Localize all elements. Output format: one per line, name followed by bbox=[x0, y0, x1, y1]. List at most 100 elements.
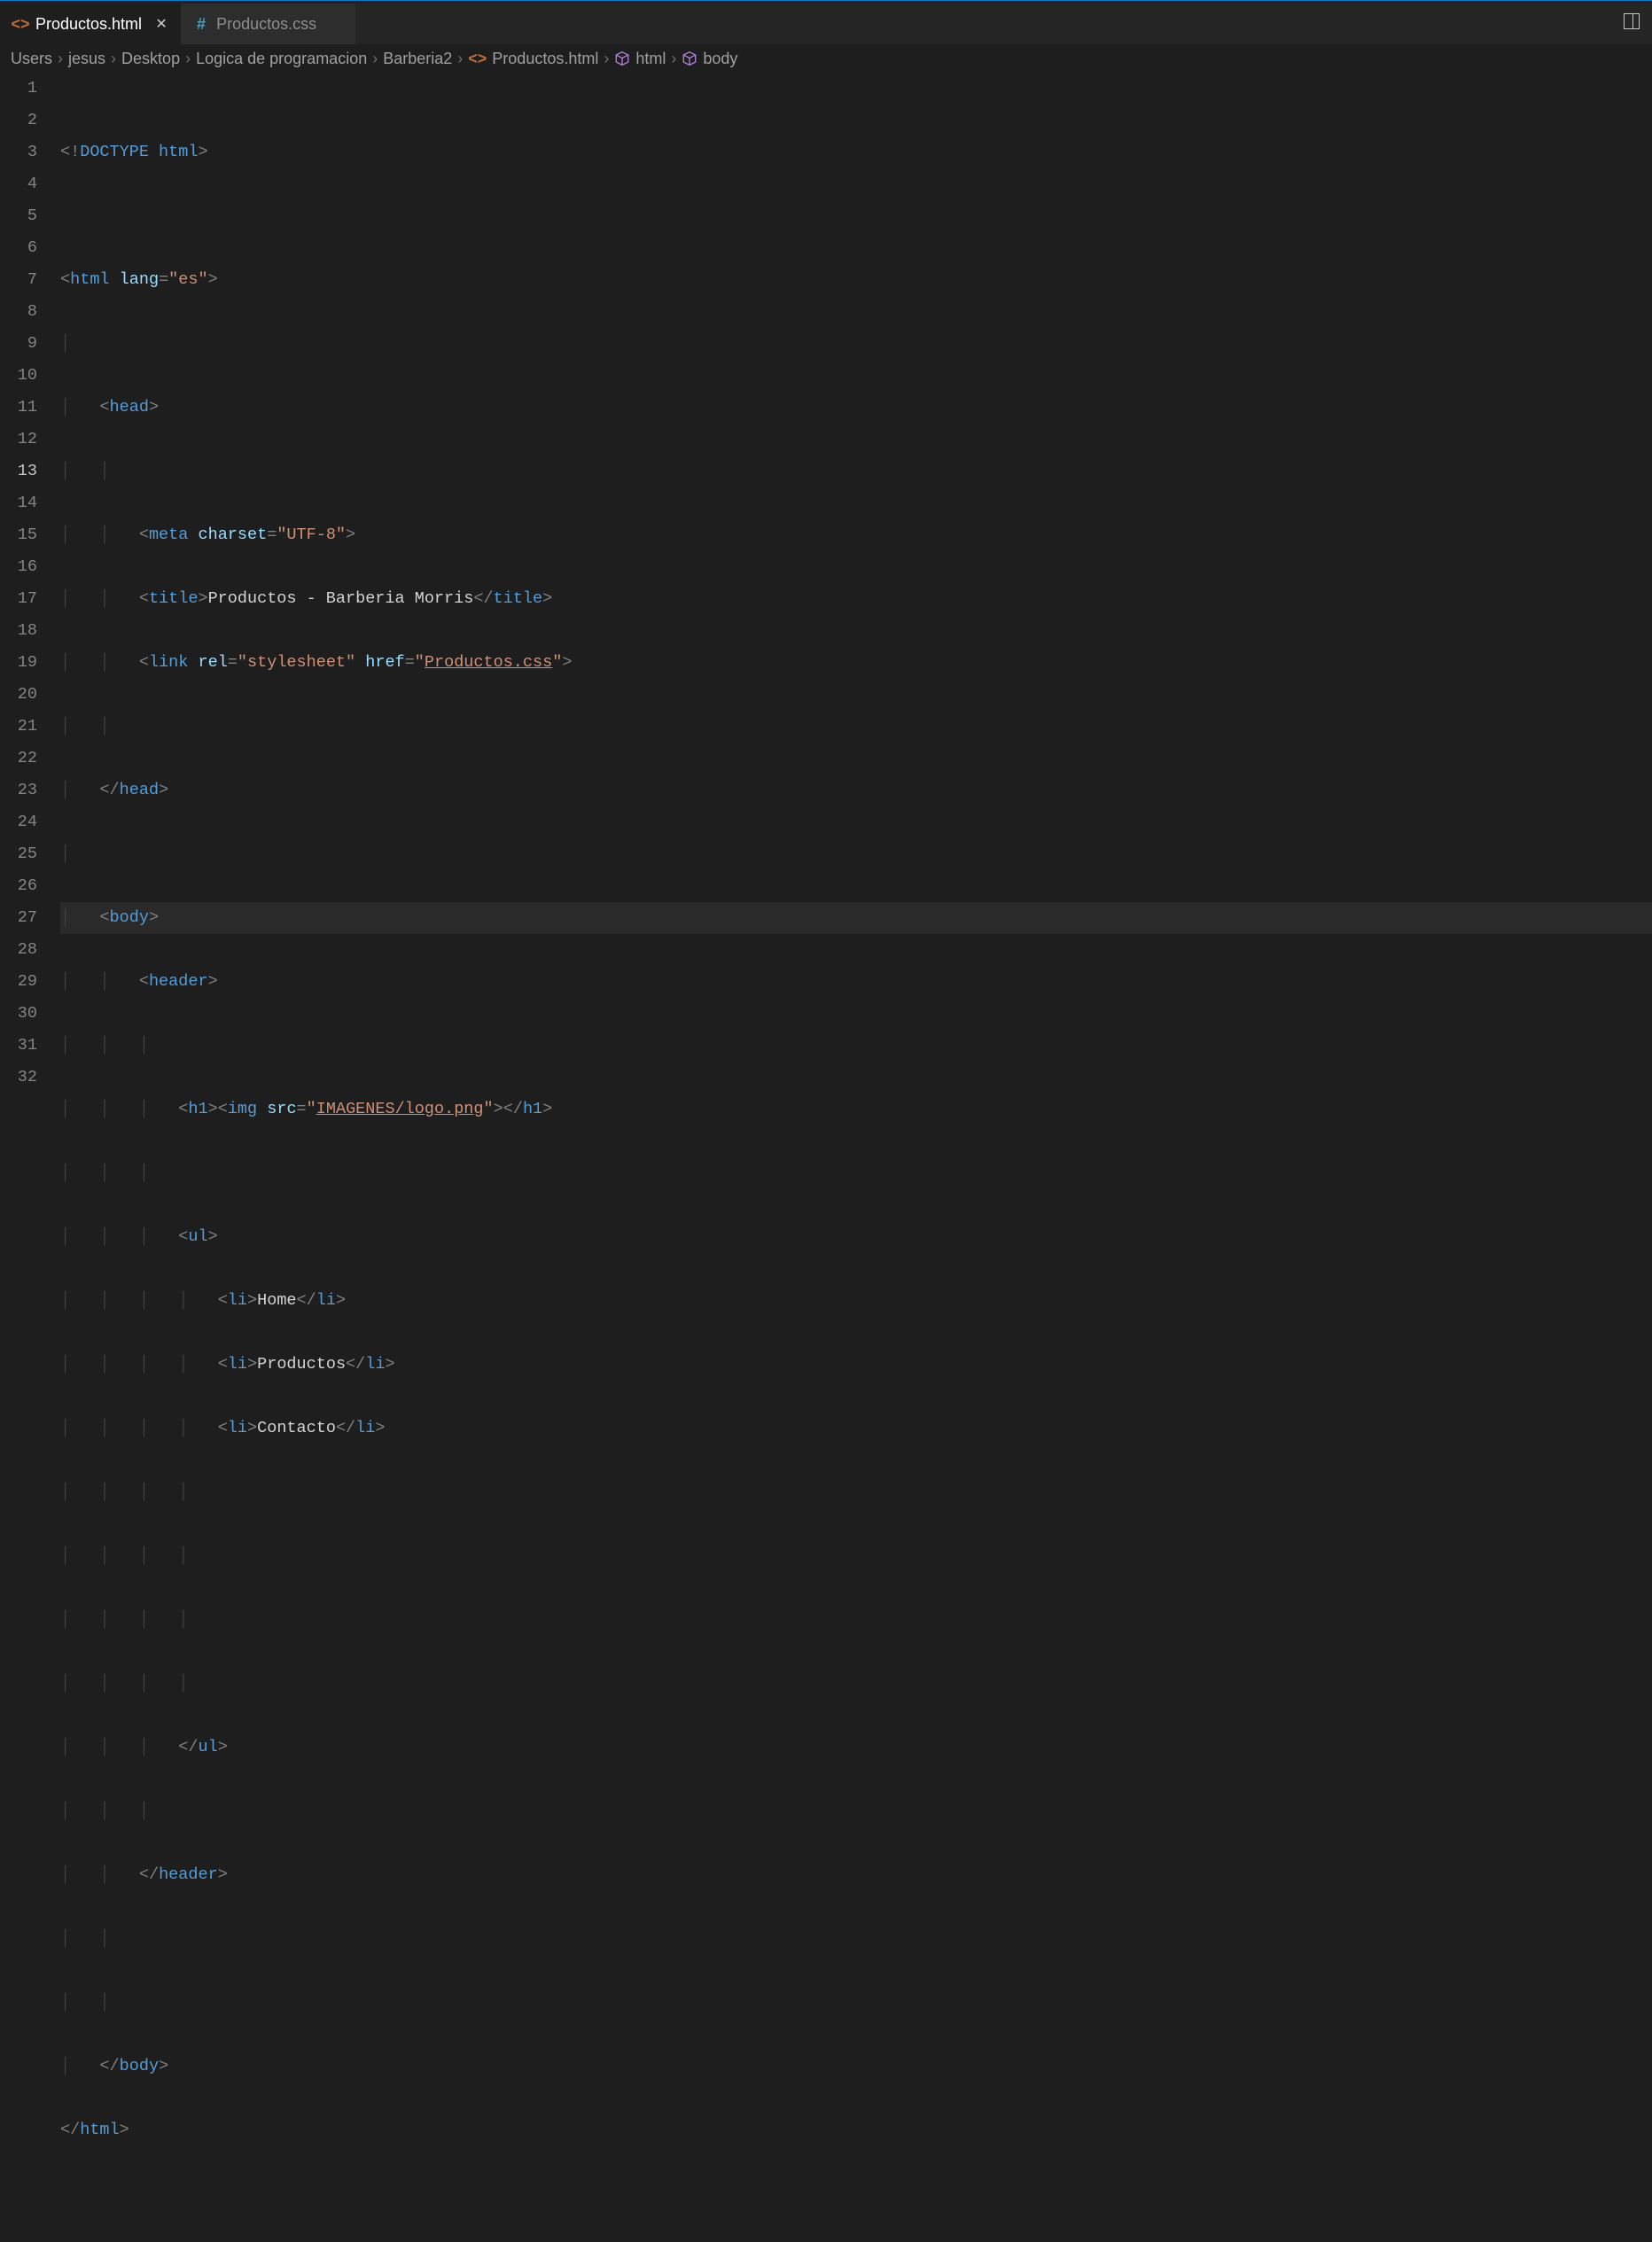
breadcrumb-label: jesus bbox=[68, 50, 105, 68]
code-editor[interactable]: 1234567891011121314151617181920212223242… bbox=[0, 73, 1652, 1175]
code-line[interactable]: │ │ │ bbox=[60, 1030, 1652, 1062]
line-number: 25 bbox=[0, 838, 37, 870]
breadcrumb-label: Users bbox=[11, 50, 52, 68]
line-number: 3 bbox=[0, 136, 37, 168]
code-line[interactable]: │ </head> bbox=[60, 775, 1652, 806]
line-number: 12 bbox=[0, 424, 37, 455]
code-line[interactable]: │ │ │ │ bbox=[60, 1540, 1652, 1572]
symbol-cube-icon bbox=[682, 51, 697, 66]
tab-productos-html[interactable]: <> Productos.html ✕ bbox=[0, 4, 181, 44]
code-line[interactable]: │ │ │ bbox=[60, 1795, 1652, 1827]
close-icon[interactable]: ✕ bbox=[154, 15, 168, 33]
breadcrumb-label: Barberia2 bbox=[383, 50, 452, 68]
chevron-right-icon: › bbox=[671, 50, 676, 68]
code-line[interactable]: │ │ <title>Productos - Barberia Morris</… bbox=[60, 583, 1652, 615]
code-line[interactable]: │ │ │ </ul> bbox=[60, 1732, 1652, 1763]
line-number: 8 bbox=[0, 296, 37, 328]
line-number: 13 bbox=[0, 455, 37, 487]
breadcrumb-item[interactable]: body bbox=[682, 50, 737, 68]
chevron-right-icon: › bbox=[58, 50, 63, 68]
code-line[interactable]: │ │ │ │ bbox=[60, 1476, 1652, 1508]
line-number: 29 bbox=[0, 966, 37, 998]
tab-label: Productos.css bbox=[216, 15, 316, 34]
chevron-right-icon: › bbox=[604, 50, 609, 68]
code-line[interactable]: │ │ bbox=[60, 455, 1652, 487]
code-line[interactable]: │ │ </header> bbox=[60, 1859, 1652, 1891]
code-line[interactable]: │ │ <meta charset="UTF-8"> bbox=[60, 519, 1652, 551]
code-line[interactable] bbox=[60, 200, 1652, 232]
line-number: 17 bbox=[0, 583, 37, 615]
code-line[interactable]: │ │ bbox=[60, 1923, 1652, 1955]
line-number: 6 bbox=[0, 232, 37, 264]
code-line[interactable]: │ <body> bbox=[60, 902, 1652, 934]
code-line[interactable]: │ │ │ │ <li>Contacto</li> bbox=[60, 1413, 1652, 1444]
line-number: 14 bbox=[0, 487, 37, 519]
line-number: 32 bbox=[0, 1062, 37, 1094]
code-line[interactable]: │ │ bbox=[60, 1987, 1652, 2019]
code-area[interactable]: <!DOCTYPE html> <html lang="es"> │ │ <he… bbox=[60, 73, 1652, 1175]
line-number: 5 bbox=[0, 200, 37, 232]
editor-actions bbox=[1624, 13, 1652, 35]
code-line[interactable]: </html> bbox=[60, 2114, 1652, 2146]
code-line[interactable]: │ │ <link rel="stylesheet" href="Product… bbox=[60, 647, 1652, 679]
breadcrumb-label: Logica de programacion bbox=[196, 50, 367, 68]
code-line[interactable]: │ │ <header> bbox=[60, 966, 1652, 998]
code-line[interactable]: │ │ │ │ bbox=[60, 1604, 1652, 1636]
html-file-icon: <> bbox=[12, 15, 28, 34]
breadcrumb-label: Productos.html bbox=[492, 50, 598, 68]
breadcrumb-label: html bbox=[635, 50, 666, 68]
tab-bar: <> Productos.html ✕ # Productos.css ✕ bbox=[0, 4, 1652, 44]
html-file-icon: <> bbox=[468, 50, 487, 68]
breadcrumb-item[interactable]: html bbox=[614, 50, 666, 68]
css-file-icon: # bbox=[193, 15, 209, 34]
code-line[interactable]: <!DOCTYPE html> bbox=[60, 136, 1652, 168]
line-number: 7 bbox=[0, 264, 37, 296]
code-line[interactable]: <html lang="es"> bbox=[60, 264, 1652, 296]
breadcrumb: Users › jesus › Desktop › Logica de prog… bbox=[0, 44, 1652, 73]
line-number: 1 bbox=[0, 73, 37, 105]
code-line[interactable]: │ │ │ <h1><img src="IMAGENES/logo.png"><… bbox=[60, 1094, 1652, 1125]
line-number: 18 bbox=[0, 615, 37, 647]
code-line[interactable]: │ │ │ │ <li>Home</li> bbox=[60, 1285, 1652, 1317]
symbol-cube-icon bbox=[614, 51, 630, 66]
line-number: 15 bbox=[0, 519, 37, 551]
line-number: 2 bbox=[0, 105, 37, 136]
line-number: 10 bbox=[0, 360, 37, 392]
code-line[interactable]: │ │ │ <ul> bbox=[60, 1221, 1652, 1253]
code-line[interactable]: │ │ │ bbox=[60, 1157, 1652, 1189]
line-number: 4 bbox=[0, 168, 37, 200]
line-number-gutter: 1234567891011121314151617181920212223242… bbox=[0, 73, 60, 1175]
code-line[interactable]: │ bbox=[60, 328, 1652, 360]
breadcrumb-label: body bbox=[703, 50, 737, 68]
breadcrumb-item[interactable]: Logica de programacion bbox=[196, 50, 367, 68]
breadcrumb-label: Desktop bbox=[121, 50, 180, 68]
chevron-right-icon: › bbox=[111, 50, 116, 68]
chevron-right-icon: › bbox=[457, 50, 463, 68]
split-editor-icon[interactable] bbox=[1624, 13, 1640, 29]
line-number: 11 bbox=[0, 392, 37, 424]
breadcrumb-item[interactable]: Desktop bbox=[121, 50, 180, 68]
chevron-right-icon: › bbox=[185, 50, 191, 68]
line-number: 24 bbox=[0, 806, 37, 838]
code-line[interactable]: │ <head> bbox=[60, 392, 1652, 424]
line-number: 20 bbox=[0, 679, 37, 711]
breadcrumb-item[interactable]: jesus bbox=[68, 50, 105, 68]
code-line[interactable]: │ │ │ │ <li>Productos</li> bbox=[60, 1349, 1652, 1381]
breadcrumb-item[interactable]: Users bbox=[11, 50, 52, 68]
line-number: 9 bbox=[0, 328, 37, 360]
code-line[interactable]: │ bbox=[60, 838, 1652, 870]
code-line[interactable]: │ │ bbox=[60, 711, 1652, 743]
code-line[interactable]: │ │ │ │ bbox=[60, 1668, 1652, 1700]
line-number: 28 bbox=[0, 934, 37, 966]
line-number: 31 bbox=[0, 1030, 37, 1062]
chevron-right-icon: › bbox=[372, 50, 378, 68]
line-number: 19 bbox=[0, 647, 37, 679]
code-line[interactable]: │ </body> bbox=[60, 2051, 1652, 2082]
line-number: 23 bbox=[0, 775, 37, 806]
breadcrumb-item[interactable]: <> Productos.html bbox=[468, 50, 598, 68]
tab-productos-css[interactable]: # Productos.css ✕ bbox=[181, 4, 355, 44]
breadcrumb-item[interactable]: Barberia2 bbox=[383, 50, 452, 68]
line-number: 26 bbox=[0, 870, 37, 902]
line-number: 16 bbox=[0, 551, 37, 583]
line-number: 30 bbox=[0, 998, 37, 1030]
